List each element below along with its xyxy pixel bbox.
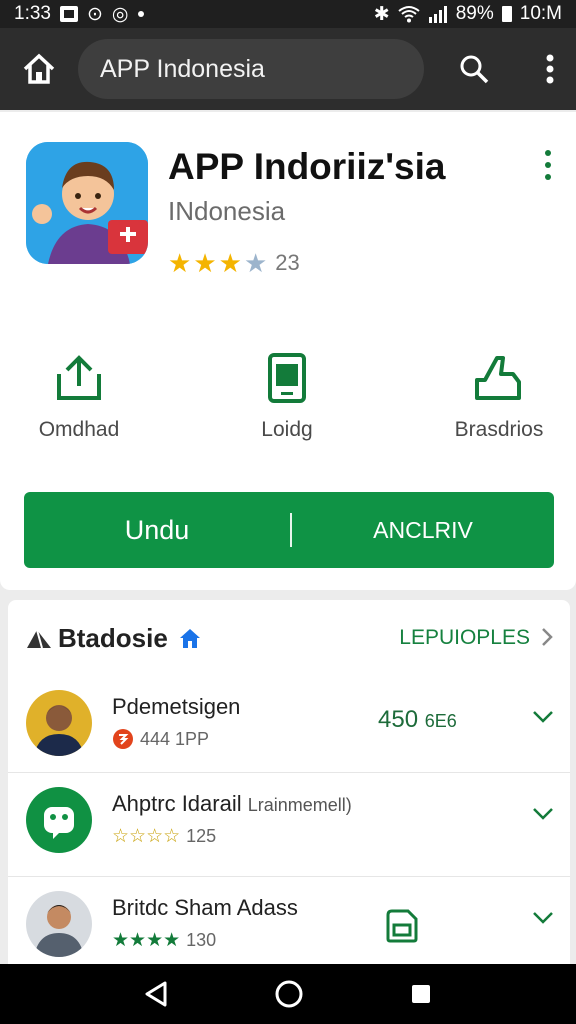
wifi-icon [398,6,420,23]
action-device[interactable]: Loidg [212,352,362,442]
app-title: APP Indoriiz'sia [168,146,446,187]
sync-icon: ⊙ [86,3,103,25]
item-title-extra: Lrainmemell) [247,795,352,815]
dot-icon [545,174,551,180]
list-item[interactable]: Ahptrc Idarail Lrainmemell) ☆☆☆☆ 125 [8,772,570,875]
back-icon[interactable] [143,980,169,1008]
dot-icon [545,162,551,168]
install-secondary-button[interactable]: ANCLRIV [292,517,554,544]
list-title: Btadosie [58,622,168,653]
app-mascot-icon [26,142,148,264]
dot-icon [545,150,551,156]
search-icon [460,55,489,84]
star-icon: ★★★★ [112,930,181,951]
install-button[interactable]: Undu [24,515,290,546]
search-button[interactable] [424,28,524,110]
more-vert-icon [546,54,554,84]
device-icon [386,909,418,943]
app-overflow-menu[interactable] [540,150,556,180]
app-icon[interactable] [26,142,148,264]
item-downloads: 450 6E6 [378,706,457,734]
overflow-menu-button[interactable] [524,28,576,110]
battery-icon [501,6,512,22]
dot-icon [137,11,144,17]
star-icon: ★ [218,248,242,278]
action-label: Omdhad [38,418,120,441]
developer-name[interactable]: INdonesia [168,196,285,227]
avatar [26,891,92,957]
item-title: Pdemetsigen [112,694,241,719]
action-label: Loidg [261,418,313,441]
item-title: Britdc Sham Adass [112,895,298,920]
action-share[interactable]: Omdhad [4,352,154,442]
share-icon [57,355,101,400]
chevron-down-icon[interactable] [532,710,554,724]
app-rating: ★ ★ ★ ★ 23 [168,250,300,276]
chevron-down-icon[interactable] [532,911,554,925]
rating-count: 23 [275,250,300,275]
star-icon: ★ [193,248,217,278]
item-subtitle: ☆☆☆☆ 125 [112,825,216,848]
item-meta-text: 130 [186,930,217,950]
mountain-icon [27,629,51,649]
notification-icon [59,6,78,22]
item-subtitle: 444 1PP [112,728,209,750]
home-button[interactable] [0,28,78,110]
action-label: Brasdrios [454,418,544,441]
action-like[interactable]: Brasdrios [424,352,574,442]
search-field[interactable]: APP Indonesia [78,39,424,99]
home-nav-icon[interactable] [274,979,304,1009]
navigation-bar [0,964,576,1024]
install-bar: Undu ANCLRIV [24,492,554,568]
signal-icon [428,6,447,23]
status-clock: 10:M [519,3,562,24]
home-badge-icon [179,629,200,648]
related-list-card: Btadosie LEPUIOPLES Pdemetsigen 444 1PP … [8,600,570,980]
phone-icon [268,353,306,403]
thumbs-up-icon [475,356,521,400]
bluetooth-icon: ✱ [373,3,390,25]
item-subtitle: ★★★★ 130 [112,929,216,952]
item-title-text: Ahptrc Idarail [112,791,242,816]
more-link[interactable]: LEPUIOPLES [399,626,530,650]
avatar [26,690,92,756]
status-time: 1:33 [14,3,51,24]
star-icon: ★ [243,248,268,278]
toolbar: APP Indonesia [0,28,576,110]
status-bar: 1:33 ⊙ ◎ ✱ 89% 10:M [0,0,576,28]
alarm-icon: ◎ [111,3,129,25]
chevron-right-icon[interactable] [540,626,554,648]
downloads-unit: 6E6 [424,711,457,731]
badge-icon [113,729,133,749]
avatar [26,787,92,853]
downloads-value: 450 [378,706,419,733]
app-details-card: APP Indoriiz'sia INdonesia ★ ★ ★ ★ 23 Om… [0,112,576,590]
list-item[interactable]: Pdemetsigen 444 1PP 450 6E6 [8,676,570,779]
battery-percent: 89% [455,3,494,24]
recents-icon[interactable] [409,982,433,1006]
item-meta-text: 125 [186,826,217,846]
star-outline-icon: ☆☆☆☆ [112,826,181,847]
item-meta-text: 444 1PP [140,728,210,749]
search-query: APP Indonesia [100,54,265,83]
chevron-down-icon[interactable] [532,807,554,821]
home-icon [23,53,55,84]
item-title: Ahptrc Idarail Lrainmemell) [112,791,352,817]
star-icon: ★ [168,248,192,278]
